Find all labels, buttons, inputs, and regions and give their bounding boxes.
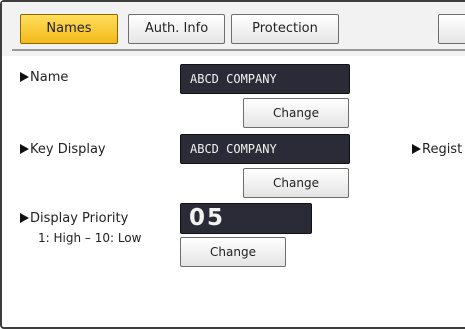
tab-bar: Names Auth. Info Protection (2, 2, 465, 56)
tab-underline (12, 49, 465, 51)
key-display-value-display: ABCD COMPANY (180, 134, 350, 164)
tab-more[interactable] (438, 14, 465, 44)
key-display-label: Key Display (20, 142, 106, 157)
display-priority-label-text: Display Priority (30, 211, 129, 226)
arrow-right-icon (412, 144, 421, 154)
tab-protection[interactable]: Protection (231, 14, 339, 44)
display-priority-label: Display Priority (20, 211, 128, 226)
display-priority-value-display: 05 (180, 203, 312, 234)
arrow-right-icon (20, 72, 29, 82)
name-value-display: ABCD COMPANY (180, 64, 350, 94)
key-display-change-button[interactable]: Change (243, 168, 349, 198)
tab-auth-info[interactable]: Auth. Info (128, 14, 225, 44)
registration-label-text: Regist (422, 142, 463, 157)
arrow-right-icon (20, 144, 29, 154)
key-display-label-text: Key Display (30, 142, 106, 157)
name-change-button[interactable]: Change (243, 98, 349, 128)
arrow-right-icon (20, 213, 29, 223)
display-priority-change-button[interactable]: Change (180, 237, 286, 267)
name-label-text: Name (30, 70, 69, 85)
registration-label: Regist (412, 142, 462, 157)
display-priority-hint: 1: High – 10: Low (38, 231, 142, 245)
name-label: Name (20, 70, 68, 85)
tab-names[interactable]: Names (20, 14, 118, 44)
address-entry-panel: Names Auth. Info Protection Name ABCD CO… (0, 0, 465, 329)
